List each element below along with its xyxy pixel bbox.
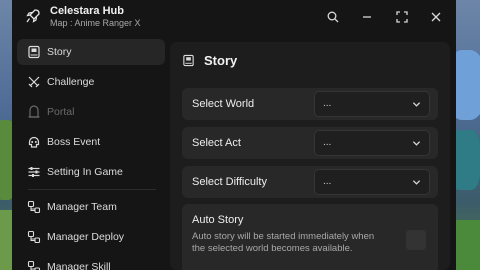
select-world-row: Select World ... [182, 88, 438, 120]
select-act-dropdown[interactable]: ... [314, 130, 430, 156]
sidebar-item-label: Manager Deploy [47, 231, 125, 243]
select-difficulty-dropdown[interactable]: ... [314, 169, 430, 195]
chevron-down-icon [412, 141, 421, 146]
sidebar-item-boss-event[interactable]: Boss Event [17, 129, 165, 155]
title-bar[interactable]: Celestara Hub Map : Anime Ranger X [12, 0, 456, 36]
auto-story-description: Auto story will be started immediately w… [192, 231, 375, 254]
search-icon [327, 11, 339, 23]
sidebar-item-challenge[interactable]: Challenge [17, 69, 165, 95]
sidebar-item-manager-deploy[interactable]: Manager Deploy [17, 224, 165, 250]
book-icon [28, 45, 40, 59]
hub-window: Celestara Hub Map : Anime Ranger X Story… [12, 0, 456, 270]
scenery-grass [454, 220, 480, 270]
skull-icon [28, 136, 40, 148]
app-title: Celestara Hub [50, 5, 124, 17]
manager-icon [27, 200, 41, 214]
app-subtitle: Map : Anime Ranger X [50, 18, 141, 28]
dropdown-value: ... [323, 98, 332, 109]
search-button[interactable] [323, 7, 343, 27]
minimize-icon [363, 16, 371, 18]
select-difficulty-label: Select Difficulty [192, 176, 267, 188]
sidebar-item-manager-team[interactable]: Manager Team [17, 194, 165, 220]
sidebar-divider [28, 189, 156, 190]
close-button[interactable] [426, 7, 446, 27]
auto-story-row: Auto Story Auto story will be started im… [182, 204, 438, 270]
maximize-button[interactable] [392, 7, 412, 27]
sidebar-item-portal[interactable]: Portal [17, 99, 165, 125]
select-difficulty-row: Select Difficulty ... [182, 166, 438, 198]
select-world-dropdown[interactable]: ... [314, 91, 430, 117]
page-title: Story [204, 53, 238, 68]
dropdown-value: ... [323, 176, 332, 187]
sidebar-item-label: Setting In Game [47, 166, 123, 178]
rocket-logo-icon [26, 9, 40, 23]
select-act-row: Select Act ... [182, 127, 438, 159]
select-world-label: Select World [192, 98, 255, 110]
minimize-button[interactable] [357, 7, 377, 27]
close-icon [431, 12, 441, 22]
sliders-icon [28, 167, 40, 177]
sidebar: Story Challenge Portal Boss Event Settin… [12, 36, 172, 270]
chevron-down-icon [412, 102, 421, 107]
book-icon [183, 54, 194, 67]
sidebar-item-label: Portal [47, 106, 75, 118]
sidebar-item-label: Manager Skill [47, 261, 111, 270]
chevron-down-icon [412, 180, 421, 185]
auto-story-checkbox[interactable] [406, 230, 426, 250]
dropdown-value: ... [323, 137, 332, 148]
manager-icon [27, 260, 41, 270]
sidebar-item-story[interactable]: Story [17, 39, 165, 65]
sidebar-item-setting-in-game[interactable]: Setting In Game [17, 159, 165, 185]
sidebar-item-label: Boss Event [47, 136, 101, 148]
crossed-swords-icon [28, 76, 40, 88]
sidebar-item-label: Story [47, 46, 72, 58]
sidebar-item-label: Manager Team [47, 201, 117, 213]
portal-icon [28, 105, 40, 118]
select-act-label: Select Act [192, 137, 241, 149]
story-panel: Story Select World ... Select Act ... Se… [170, 42, 450, 270]
auto-story-label: Auto Story [192, 214, 244, 226]
manager-icon [27, 230, 41, 244]
sidebar-item-label: Challenge [47, 76, 95, 88]
maximize-icon [396, 11, 408, 23]
sidebar-item-manager-skill[interactable]: Manager Skill [17, 254, 165, 270]
